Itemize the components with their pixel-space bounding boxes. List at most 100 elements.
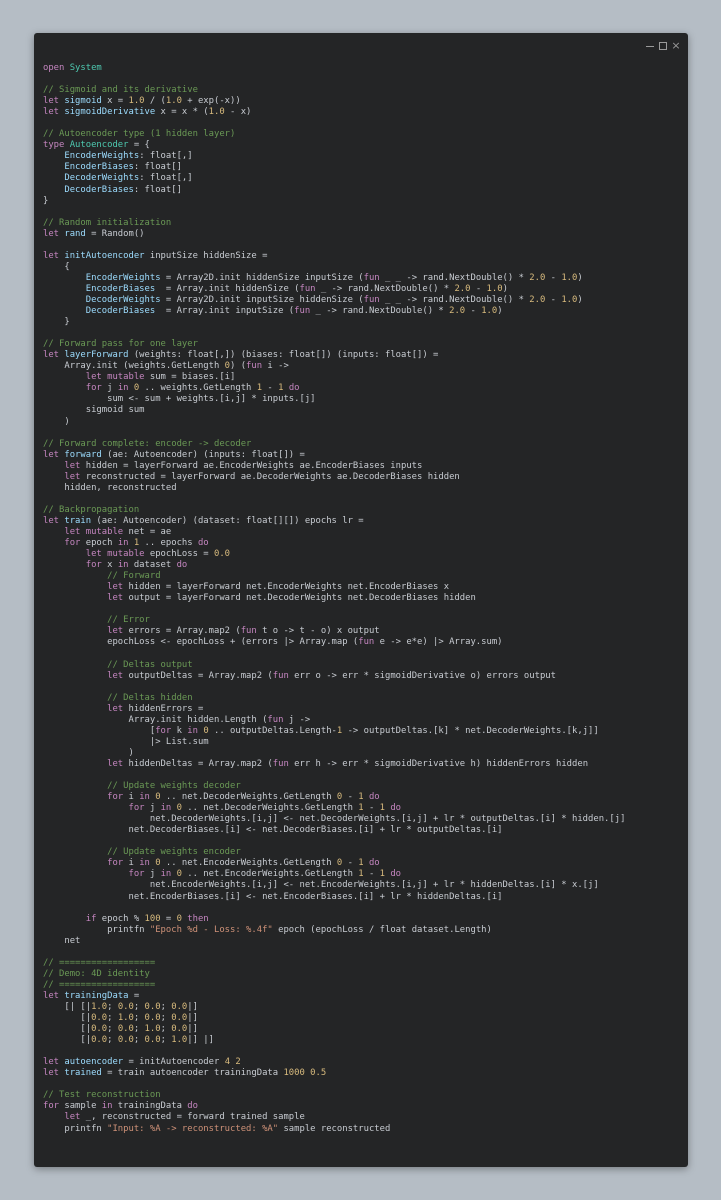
code-line: ​ [43,604,625,615]
code-line: for j in 0 .. net.EncoderWeights.GetLeng… [43,869,625,880]
code-token: open [43,63,65,73]
code-token: 0.0 [144,1013,161,1024]
code-line: ) [43,417,625,428]
code-token: mutable [107,549,145,560]
code-line: let forward (ae: Autoencoder) (inputs: f… [43,450,625,461]
code-line: ​ [43,1046,625,1057]
code-line: [|0.0; 0.0; 1.0; 0.0|] [43,1024,625,1035]
code-token: // Update weights decoder [107,781,241,792]
code-token: 0.0 [144,1001,161,1012]
code-token: 0.0 [91,1035,108,1046]
code-line: // Forward [43,571,625,582]
code-token: in [117,538,129,549]
code-token: hidden = layerForward net.EncoderWeights… [123,582,450,593]
code-token: _ _ -> rand.NextDouble() * [379,294,530,305]
code-token: k [171,725,188,736]
code-token: 100 [144,913,161,924]
code-token: : float[,] [139,151,193,162]
code-line: // Forward pass for one layer [43,339,625,350]
code-token: : float[,] [139,173,193,184]
code-token: } [43,317,70,328]
code-token: for [85,383,102,394]
code-token: // Update weights encoder [107,847,241,858]
code-token: let [43,228,60,239]
code-token: let [107,703,124,714]
code-line: ​ [43,74,625,85]
code-token: in [160,869,172,880]
code-line: for j in 0 .. weights.GetLength 1 - 1 do [43,383,625,394]
code-token: = train autoencoder trainingData [101,1068,284,1079]
code-token: for [64,538,81,549]
code-line: // Deltas hidden [43,693,625,704]
code-line: let sigmoid x = 1.0 / (1.0 + exp(-x)) [43,96,625,107]
maximize-icon[interactable] [657,40,669,52]
code-token: i [123,792,140,803]
code-line: { [43,262,625,273]
code-line: let errors = Array.map2 (fun t o -> t - … [43,626,625,637]
code-token: hidden = layerForward ae.EncoderWeights … [80,460,423,471]
code-token: // Sigmoid and its derivative [43,85,198,96]
code-token: let [64,1112,81,1123]
code-token: let [43,990,60,1001]
code-token: - x) [224,107,252,118]
code-token: 0.0 [171,1001,188,1012]
code-token: [| [43,1035,92,1046]
code-token: do [187,1101,198,1112]
code-token: let [107,758,124,769]
code-token: errors = Array.map2 ( [123,626,241,637]
code-token: let [64,526,81,537]
code-line: [| [|1.0; 0.0; 0.0; 0.0|] [43,1002,625,1013]
code-token: epochLoss <- epochLoss + (errors |> Arra… [43,637,359,648]
code-token: ; [133,1024,145,1035]
code-token: // Test reconstruction [43,1090,161,1101]
code-line: for i in 0 .. net.DecoderWeights.GetLeng… [43,792,625,803]
code-token: ; [133,1013,145,1024]
code-line: // Deltas output [43,660,625,671]
code-token: for [107,792,124,803]
code-line: net.EncoderBiases.[i] <- net.EncoderBias… [43,892,625,903]
code-token: let [64,460,81,471]
code-token: trained [64,1068,102,1079]
code-token: epoch [80,538,118,549]
code-token: ; [107,1024,118,1035]
code-token: .. weights.GetLength [139,383,257,394]
code-token: in [139,792,150,803]
minimize-icon[interactable] [644,40,656,52]
code-token: fun [363,294,380,305]
code-block[interactable]: open System​// Sigmoid and its derivativ… [43,63,625,1135]
code-token: _ -> rand.NextDouble() * [315,283,455,294]
code-token: Array.init (weights.GetLength [43,361,225,372]
code-line: Array.init hidden.Length (fun j -> [43,715,625,726]
code-token: |> List.sum [43,736,209,747]
close-icon[interactable]: × [670,40,682,52]
code-token: inputSize hiddenSize = [144,250,268,261]
code-line: ​ [43,836,625,847]
code-line: ​ [43,494,625,505]
code-token: - [342,792,359,803]
code-token: net.EncoderBiases.[i] <- net.EncoderBias… [43,891,503,902]
code-token: printfn [43,1123,108,1134]
code-line: open System [43,63,625,74]
code-token: x = [101,96,129,107]
code-token: _ _ -> rand.NextDouble() * [379,272,530,283]
code-token: net = ae [123,526,172,537]
code-token: in [117,383,129,394]
code-line: for epoch in 1 .. epochs do [43,538,625,549]
code-token: "Epoch %d - Loss: %.4f" [149,924,273,935]
code-token: = Array2D.init inputSize hiddenSize ( [160,294,364,305]
code-token: j -> [283,714,311,725]
code-token: let [64,471,81,482]
code-token: hidden, reconstructed [43,482,177,493]
code-line: let reconstructed = layerForward ae.Deco… [43,472,625,483]
code-token: dataset [128,560,177,571]
